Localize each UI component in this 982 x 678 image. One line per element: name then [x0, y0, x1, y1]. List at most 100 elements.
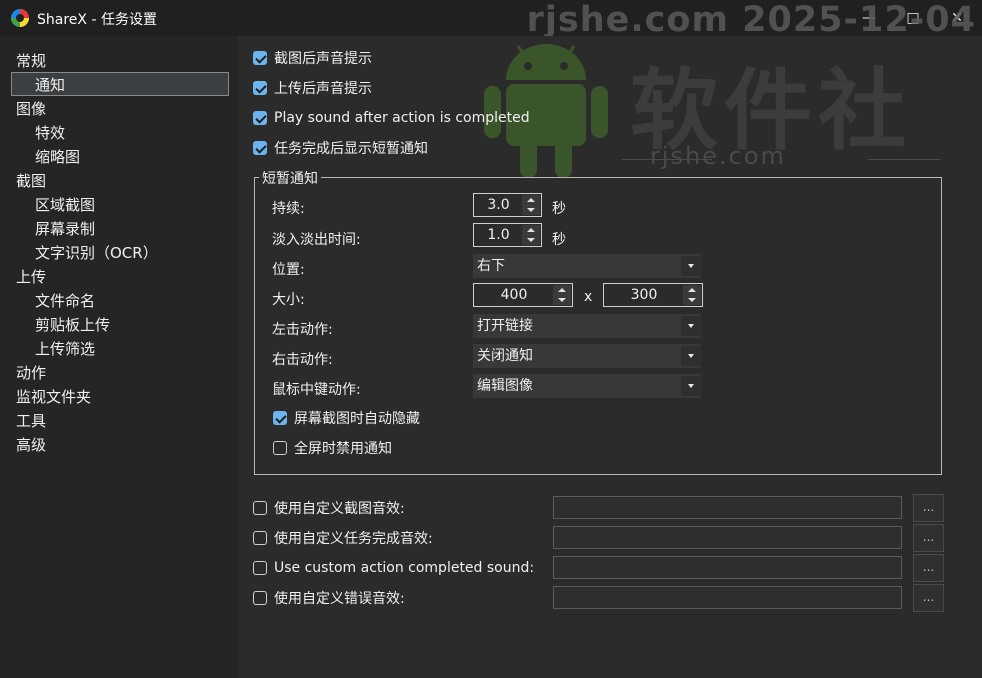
checkbox-box[interactable] — [253, 141, 267, 155]
fade-stepper[interactable]: 1.0 — [473, 223, 542, 247]
right-click-label: 右击动作: — [272, 352, 333, 368]
sidebar-item-file-naming[interactable]: 文件命名 — [35, 289, 95, 313]
right-click-select[interactable]: 关闭通知 — [473, 344, 701, 368]
position-select[interactable]: 右下 — [473, 254, 701, 278]
sidebar-item-upload[interactable]: 上传 — [16, 265, 46, 289]
fullscreen-disable-checkbox[interactable]: 全屏时禁用通知 — [273, 437, 392, 459]
sidebar-item-image[interactable]: 图像 — [16, 97, 46, 121]
custom-action-sound-browse-button[interactable]: ... — [913, 554, 944, 582]
minimize-button[interactable]: — — [846, 0, 892, 36]
checkbox-label: 截图后声音提示 — [274, 51, 372, 67]
sharex-logo-icon — [11, 9, 29, 27]
fade-label: 淡入淡出时间: — [272, 232, 361, 248]
down-arrow-icon[interactable] — [553, 295, 571, 305]
left-click-label: 左击动作: — [272, 322, 333, 338]
sidebar-item-advanced[interactable]: 高级 — [16, 433, 46, 457]
checkbox-box[interactable] — [253, 81, 267, 95]
size-separator: x — [584, 289, 593, 305]
checkbox-label: 上传后声音提示 — [274, 81, 372, 97]
down-arrow-icon[interactable] — [683, 295, 701, 305]
checkbox-box[interactable] — [253, 501, 267, 515]
middle-click-select[interactable]: 编辑图像 — [473, 374, 701, 398]
left-click-select[interactable]: 打开链接 — [473, 314, 701, 338]
checkbox-box[interactable] — [253, 111, 267, 125]
custom-error-sound-browse-button[interactable]: ... — [913, 584, 944, 612]
right-click-value: 关闭通知 — [477, 348, 533, 364]
duration-value[interactable]: 3.0 — [474, 194, 523, 216]
middle-click-value: 编辑图像 — [477, 378, 533, 394]
sidebar-item-tools[interactable]: 工具 — [16, 409, 46, 433]
duration-label: 持续: — [272, 201, 305, 217]
height-value[interactable]: 300 — [604, 284, 684, 306]
custom-error-sound-path[interactable] — [553, 586, 902, 609]
capture-sound-checkbox[interactable]: 截图后声音提示 — [253, 47, 372, 69]
position-value: 右下 — [477, 258, 505, 274]
chevron-down-icon[interactable] — [681, 376, 701, 396]
sidebar-item-thumbnail[interactable]: 缩略图 — [35, 145, 80, 169]
up-arrow-icon[interactable] — [553, 285, 571, 295]
maximize-button[interactable]: □ — [890, 0, 936, 36]
checkbox-label: 使用自定义任务完成音效: — [274, 531, 433, 547]
width-value[interactable]: 400 — [474, 284, 554, 306]
checkbox-box[interactable] — [253, 561, 267, 575]
auto-hide-checkbox[interactable]: 屏幕截图时自动隐藏 — [273, 407, 420, 429]
checkbox-label: Play sound after action is completed — [274, 110, 530, 126]
duration-stepper[interactable]: 3.0 — [473, 193, 542, 217]
sidebar-item-clipboard-upload[interactable]: 剪贴板上传 — [35, 313, 110, 337]
custom-task-sound-checkbox[interactable]: 使用自定义任务完成音效: — [253, 527, 433, 549]
sidebar-item-general[interactable]: 常规 — [16, 49, 46, 73]
sidebar-item-capture[interactable]: 截图 — [16, 169, 46, 193]
sidebar-item-effects[interactable]: 特效 — [35, 121, 65, 145]
checkbox-label: 任务完成后显示短暂通知 — [274, 141, 428, 157]
chevron-down-icon[interactable] — [681, 346, 701, 366]
fade-unit: 秒 — [552, 232, 566, 248]
size-label: 大小: — [272, 292, 305, 308]
settings-sidebar: 常规 通知 图像 特效 缩略图 截图 区域截图 屏幕录制 文字识别（OCR） 上… — [0, 36, 238, 678]
up-arrow-icon[interactable] — [683, 285, 701, 295]
sidebar-item-actions[interactable]: 动作 — [16, 361, 46, 385]
duration-unit: 秒 — [552, 201, 566, 217]
custom-error-sound-checkbox[interactable]: 使用自定义错误音效: — [253, 587, 405, 609]
upload-sound-checkbox[interactable]: 上传后声音提示 — [253, 77, 372, 99]
up-arrow-icon[interactable] — [522, 225, 540, 235]
chevron-down-icon[interactable] — [681, 316, 701, 336]
sidebar-item-watch-folders[interactable]: 监视文件夹 — [16, 385, 91, 409]
custom-action-sound-path[interactable] — [553, 556, 902, 579]
close-button[interactable]: ✕ — [934, 0, 980, 36]
checkbox-label: Use custom action completed sound: — [274, 560, 535, 576]
up-arrow-icon[interactable] — [522, 195, 540, 205]
watermark-divider-left — [622, 159, 712, 160]
toast-group-title: 短暂通知 — [259, 168, 321, 188]
custom-capture-sound-browse-button[interactable]: ... — [913, 494, 944, 522]
sidebar-item-region-capture[interactable]: 区域截图 — [35, 193, 95, 217]
action-sound-checkbox[interactable]: Play sound after action is completed — [253, 107, 530, 129]
middle-click-label: 鼠标中键动作: — [272, 382, 361, 398]
custom-capture-sound-checkbox[interactable]: 使用自定义截图音效: — [253, 497, 405, 519]
custom-action-sound-checkbox[interactable]: Use custom action completed sound: — [253, 557, 534, 579]
title-bar: ShareX - 任务设置 — □ ✕ — [0, 0, 982, 36]
checkbox-label: 屏幕截图时自动隐藏 — [294, 411, 420, 427]
checkbox-label: 使用自定义截图音效: — [274, 501, 405, 517]
sidebar-item-screen-recording[interactable]: 屏幕录制 — [35, 217, 95, 241]
sidebar-item-ocr[interactable]: 文字识别（OCR） — [35, 241, 158, 265]
down-arrow-icon[interactable] — [522, 235, 540, 245]
custom-task-sound-path[interactable] — [553, 526, 902, 549]
show-toast-checkbox[interactable]: 任务完成后显示短暂通知 — [253, 137, 428, 159]
custom-task-sound-browse-button[interactable]: ... — [913, 524, 944, 552]
width-stepper[interactable]: 400 — [473, 283, 573, 307]
custom-capture-sound-path[interactable] — [553, 496, 902, 519]
checkbox-box[interactable] — [253, 531, 267, 545]
watermark-divider-right — [868, 159, 940, 160]
checkbox-box[interactable] — [253, 591, 267, 605]
checkbox-box[interactable] — [273, 411, 287, 425]
fade-value[interactable]: 1.0 — [474, 224, 523, 246]
down-arrow-icon[interactable] — [522, 205, 540, 215]
checkbox-box[interactable] — [273, 441, 287, 455]
height-stepper[interactable]: 300 — [603, 283, 703, 307]
sidebar-item-notifications[interactable]: 通知 — [11, 72, 229, 96]
window-title: ShareX - 任务设置 — [37, 12, 157, 28]
position-label: 位置: — [272, 262, 305, 278]
chevron-down-icon[interactable] — [681, 256, 701, 276]
sidebar-item-upload-filters[interactable]: 上传筛选 — [35, 337, 95, 361]
checkbox-box[interactable] — [253, 51, 267, 65]
